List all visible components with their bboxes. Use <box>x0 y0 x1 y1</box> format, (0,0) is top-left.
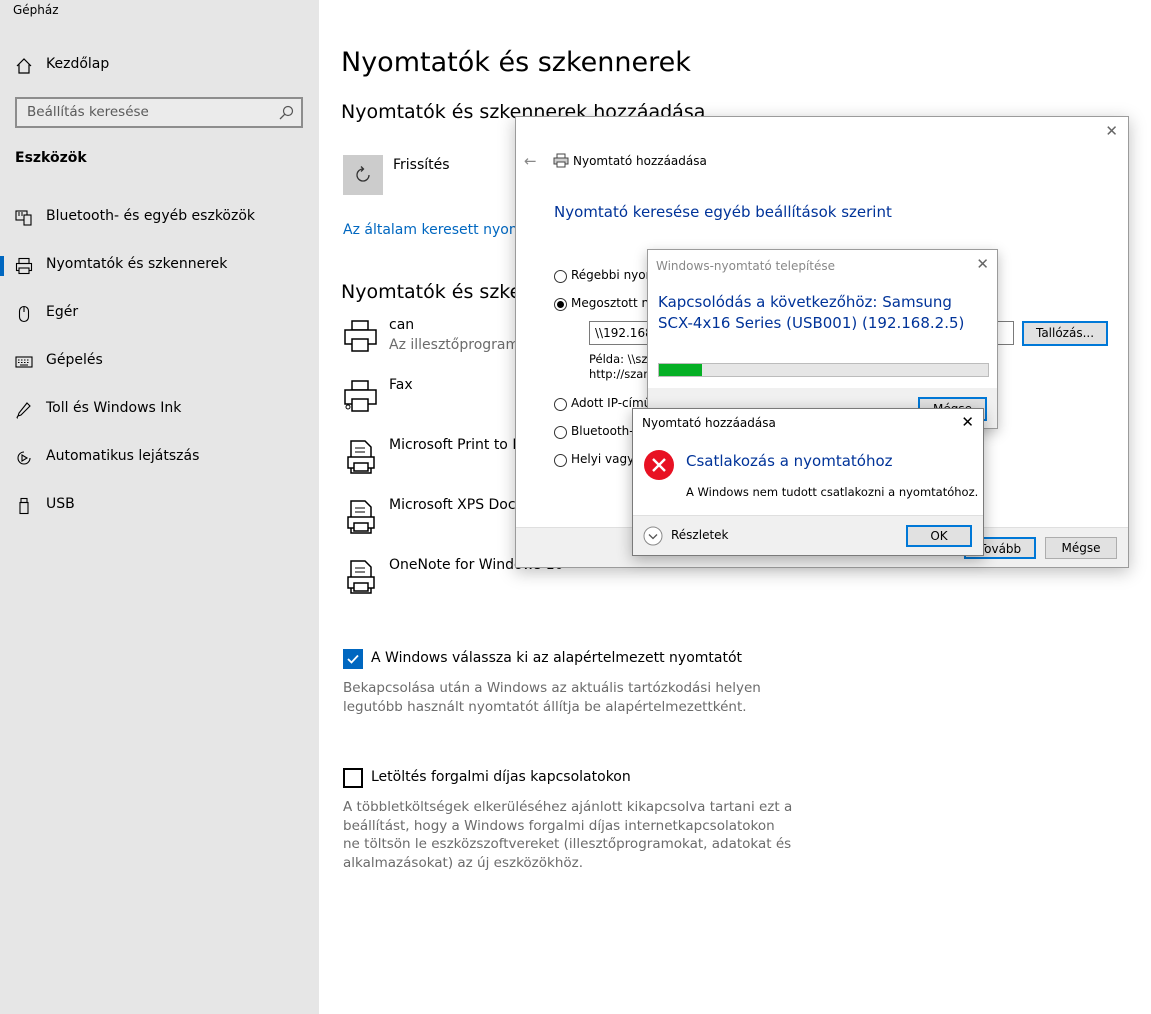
page-title: Nyomtatók és szkennerek <box>341 47 691 78</box>
sidebar-item-home[interactable]: Kezdőlap <box>0 48 319 84</box>
checkmark-icon <box>347 654 359 664</box>
printers-list-heading: Nyomtatók és szken <box>341 281 534 303</box>
progress-fill <box>659 364 702 376</box>
dialog-title: Nyomtató hozzáadása <box>642 416 776 430</box>
example-text: Példa: \\sza http://szam <box>589 352 655 382</box>
example-line-2: http://szam <box>589 367 655 381</box>
wizard-heading: Nyomtató keresése egyéb beállítások szer… <box>554 203 892 221</box>
printer-not-listed-link[interactable]: Az általam keresett nyomtat <box>343 222 542 238</box>
printer-icon <box>553 153 569 168</box>
chevron-down-icon[interactable] <box>643 526 663 546</box>
printer-icon <box>15 257 33 275</box>
sidebar-item-label: Automatikus lejátszás <box>46 448 200 464</box>
search-input[interactable]: Beállítás keresése <box>15 97 303 128</box>
option-older-printer-radio[interactable] <box>554 270 567 283</box>
option-bluetooth-radio[interactable] <box>554 426 567 439</box>
dialog-title: Windows-nyomtató telepítése <box>656 259 836 273</box>
sidebar-item-label: Egér <box>46 304 79 320</box>
sidebar-item-autoplay[interactable]: Automatikus lejátszás <box>0 440 319 476</box>
dialog-footer: Részletek OK <box>633 515 983 555</box>
close-icon[interactable]: ✕ <box>1105 122 1118 140</box>
search-icon <box>279 105 294 120</box>
error-heading: Csatlakozás a nyomtatóhoz <box>686 452 893 470</box>
sidebar-item-label: USB <box>46 496 75 512</box>
printer-name: Fax <box>389 377 413 393</box>
default-printer-label[interactable]: A Windows válassza ki az alapértelmezett… <box>371 650 742 666</box>
sidebar-item-label: Gépelés <box>46 352 103 368</box>
browse-button[interactable]: Tallózás... <box>1022 321 1108 346</box>
metered-download-checkbox[interactable] <box>343 768 363 788</box>
document-printer-icon <box>347 560 375 594</box>
wizard-title: Nyomtató hozzáadása <box>573 154 707 168</box>
sidebar-item-printers[interactable]: Nyomtatók és szkennerek <box>0 248 319 284</box>
cancel-button[interactable]: Mégse <box>1045 537 1117 559</box>
details-toggle[interactable]: Részletek <box>671 528 729 542</box>
keyboard-icon <box>15 356 33 368</box>
printer-name: can <box>389 317 415 333</box>
document-printer-icon <box>347 440 375 474</box>
option-ip-address-radio[interactable] <box>554 398 567 411</box>
example-line-1: Példa: \\sza <box>589 352 655 366</box>
error-dialog: Nyomtató hozzáadása ✕ Csatlakozás a nyom… <box>632 408 984 556</box>
document-printer-icon <box>347 500 375 534</box>
option-label[interactable]: Régebbi nyom <box>571 268 657 282</box>
sidebar-item-pen[interactable]: Toll és Windows Ink <box>0 392 319 428</box>
refresh-label[interactable]: Frissítés <box>393 157 450 173</box>
metered-download-description: A többletköltségek elkerüléséhez ajánlot… <box>343 799 793 871</box>
sidebar-item-usb[interactable]: USB <box>0 488 319 524</box>
ok-button[interactable]: OK <box>906 525 972 547</box>
refresh-button[interactable] <box>343 155 383 195</box>
close-icon[interactable]: ✕ <box>961 413 974 431</box>
progress-bar <box>658 363 989 377</box>
error-icon <box>644 450 674 480</box>
printer-icon <box>344 320 377 352</box>
connecting-message: Kapcsolódás a következőhöz: Samsung SCX-… <box>658 293 965 332</box>
sidebar-item-label: Kezdőlap <box>46 56 110 72</box>
close-icon[interactable]: ✕ <box>976 255 989 273</box>
sidebar-item-typing[interactable]: Gépelés <box>0 344 319 380</box>
sidebar-item-mouse[interactable]: Egér <box>0 296 319 332</box>
error-message: A Windows nem tudott csatlakozni a nyomt… <box>686 485 979 499</box>
default-printer-description: Bekapcsolása után a Windows az aktuális … <box>343 680 761 715</box>
install-printer-dialog: Windows-nyomtató telepítése ✕ Kapcsolódá… <box>647 249 998 429</box>
printer-status: Az illesztőprogram n <box>389 337 533 353</box>
section-heading: Eszközök <box>15 150 87 166</box>
bluetooth-devices-icon <box>15 210 32 226</box>
default-printer-checkbox[interactable] <box>343 649 363 669</box>
metered-download-label[interactable]: Letöltés forgalmi díjas kapcsolatokon <box>371 769 631 785</box>
sidebar: Gépház Kezdőlap Beállítás keresése Eszkö… <box>0 0 319 1014</box>
autoplay-icon <box>17 451 31 465</box>
refresh-icon <box>356 166 370 182</box>
search-placeholder: Beállítás keresése <box>27 104 149 120</box>
option-label[interactable]: Bluetooth-, <box>571 424 637 438</box>
home-icon <box>16 58 32 74</box>
fax-icon <box>344 380 377 412</box>
option-local-printer-radio[interactable] <box>554 454 567 467</box>
sidebar-item-label: Bluetooth- és egyéb eszközök <box>46 208 256 224</box>
usb-icon <box>19 497 29 515</box>
sidebar-item-label: Nyomtatók és szkennerek <box>46 256 228 272</box>
printer-name: Microsoft Print to PD <box>389 437 532 453</box>
mouse-icon <box>18 305 30 323</box>
back-arrow-icon[interactable]: ← <box>524 152 537 170</box>
pen-icon <box>16 402 31 419</box>
app-title: Gépház <box>13 3 59 17</box>
sidebar-item-bluetooth[interactable]: Bluetooth- és egyéb eszközök <box>0 200 319 236</box>
option-shared-printer-radio[interactable] <box>554 298 567 311</box>
sidebar-item-label: Toll és Windows Ink <box>46 400 182 416</box>
